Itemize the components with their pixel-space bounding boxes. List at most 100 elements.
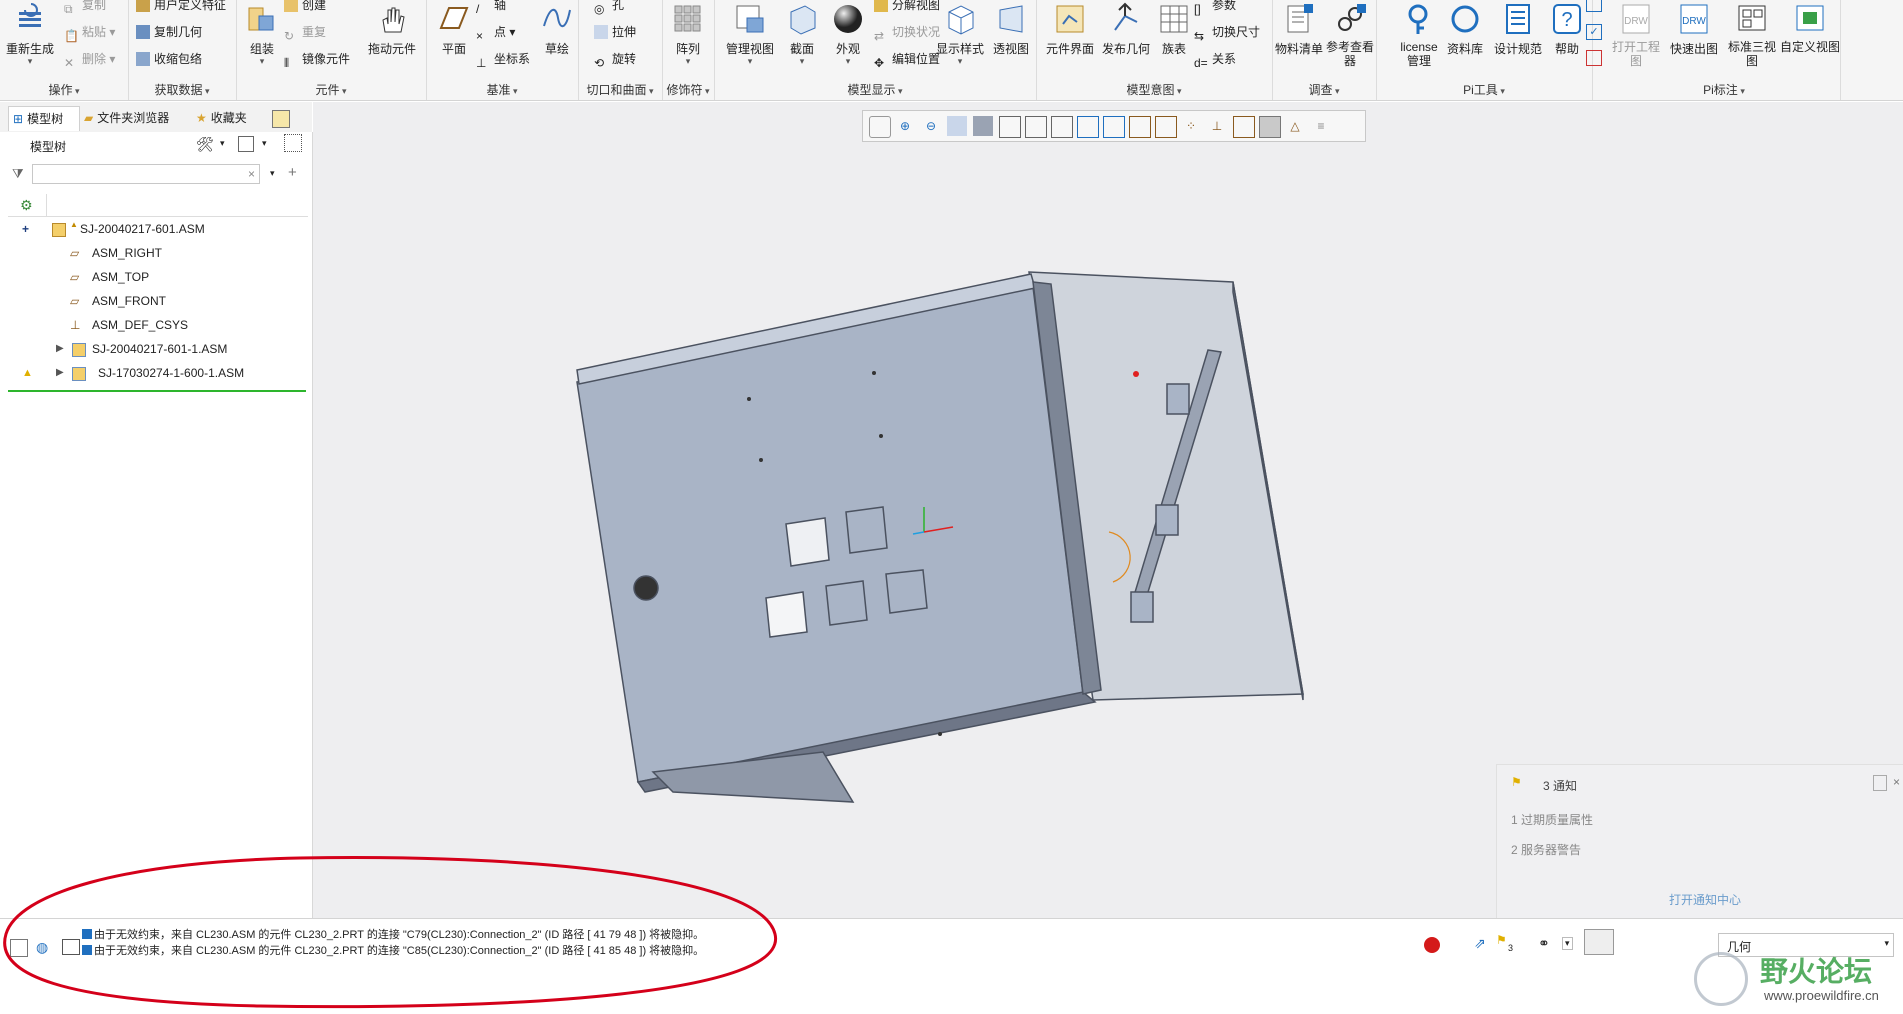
notification-doc-icon[interactable]: [1873, 775, 1887, 791]
datum-plane-button[interactable]: 平面: [428, 0, 480, 57]
group-label-get-data[interactable]: 获取数据: [128, 81, 236, 98]
notification-item[interactable]: 1 过期质量属性: [1511, 811, 1593, 828]
pattern-button[interactable]: 阵列 ▾: [662, 0, 714, 66]
publish-geometry-button[interactable]: 发布几何: [1098, 0, 1154, 57]
create-component-button[interactable]: 创建: [284, 0, 326, 16]
family-table-button[interactable]: 族表: [1152, 0, 1196, 57]
spin-center-icon[interactable]: [1233, 116, 1255, 138]
group-label-model-intent[interactable]: 模型意图: [1036, 81, 1272, 98]
manage-views-button[interactable]: 管理视图 ▾: [724, 0, 776, 66]
tree-settings-icon[interactable]: 🛠: [196, 136, 214, 153]
small-doc-icon[interactable]: [1586, 0, 1602, 12]
view-manager-icon[interactable]: [1025, 116, 1047, 138]
csys-display-icon[interactable]: ⊥: [1207, 116, 1227, 136]
stop-icon[interactable]: [1424, 937, 1440, 953]
tree-columns-icon[interactable]: ⚙: [20, 197, 33, 214]
flag-icon[interactable]: ⚑: [1496, 933, 1507, 947]
design-spec-button[interactable]: 设计规范: [1490, 0, 1546, 57]
revolve-button[interactable]: ⟲ 旋转: [594, 48, 636, 70]
group-label-component[interactable]: 元件: [236, 81, 426, 98]
relations-button[interactable]: d= 关系: [1194, 48, 1236, 70]
notification-item[interactable]: 2 服务器警告: [1511, 841, 1581, 858]
datum-axis-button[interactable]: / 轴: [476, 0, 506, 16]
appearance-button[interactable]: 外观 ▾: [822, 0, 874, 66]
tree-row[interactable]: ▱ ASM_FRONT: [0, 290, 312, 312]
user-feature-button[interactable]: 用户定义特征: [136, 0, 226, 16]
display-style-button[interactable]: 显示样式 ▾: [932, 0, 988, 66]
bom-button[interactable]: 物料清单: [1272, 0, 1326, 57]
tree-row[interactable]: ⊥ ASM_DEF_CSYS: [0, 314, 312, 336]
open-notification-center-link[interactable]: 打开通知中心: [1669, 891, 1741, 908]
reference-viewer-button[interactable]: 参考查看器: [1324, 0, 1376, 68]
mirror-component-button[interactable]: ⫴ 镜像元件: [284, 48, 350, 70]
perspective-button[interactable]: 透视图: [988, 0, 1034, 57]
delete-button[interactable]: ✕ 删除 ▾: [64, 48, 115, 70]
copy-geometry-button[interactable]: 复制几何: [136, 21, 202, 43]
library-button[interactable]: 资料库: [1442, 0, 1488, 57]
group-label-model-display[interactable]: 模型显示: [714, 81, 1036, 98]
clear-search-icon[interactable]: ×: [248, 167, 255, 181]
zoom-out-icon[interactable]: ⊖: [921, 116, 941, 136]
tab-model-tree[interactable]: ⊞ 模型树: [8, 106, 80, 131]
hole-button[interactable]: ◎ 孔: [594, 0, 624, 16]
drag-component-button[interactable]: 拖动元件: [366, 0, 418, 57]
filter-settings-icon[interactable]: [284, 134, 302, 152]
chevron-down-icon[interactable]: ▾: [262, 138, 267, 149]
hide-icon[interactable]: ≡: [1311, 116, 1331, 136]
expand-arrow-icon[interactable]: ▶: [56, 362, 64, 384]
copy-button[interactable]: ⧉ 复制: [64, 0, 106, 16]
perspective-view-icon[interactable]: [1051, 116, 1073, 138]
toggle-state-button[interactable]: ⇄ 切换状况: [874, 21, 940, 43]
expand-arrow-icon[interactable]: ▶: [56, 338, 64, 360]
custom-view-button[interactable]: 自定义视图: [1780, 0, 1840, 54]
tree-row[interactable]: ▶ SJ-20040217-601-1.ASM: [0, 338, 312, 360]
group-label-investigate[interactable]: 调查: [1272, 81, 1376, 98]
display-style-icon[interactable]: [973, 116, 993, 136]
expand-plus-icon[interactable]: +: [22, 218, 29, 240]
repeat-button[interactable]: ↻ 重复: [284, 21, 326, 43]
group-label-operations[interactable]: 操作: [0, 81, 128, 98]
tree-row[interactable]: ▱ ASM_TOP: [0, 266, 312, 288]
csys-button[interactable]: ⊥ 坐标系: [476, 48, 530, 70]
select-mode-icon[interactable]: ⇗: [1474, 935, 1486, 952]
quick-drawing-button[interactable]: DRW 快速出图: [1664, 0, 1724, 57]
spin-center-toggle-icon[interactable]: △: [1285, 116, 1305, 136]
repaint-icon[interactable]: [947, 116, 967, 136]
license-button[interactable]: license管理: [1396, 0, 1442, 68]
insert-indicator-line[interactable]: [8, 390, 306, 392]
std-views-button[interactable]: 标准三视图: [1724, 0, 1780, 68]
plane-display-icon[interactable]: [1129, 116, 1151, 138]
assemble-button[interactable]: 组装 ▾: [236, 0, 288, 66]
zoom-in-icon[interactable]: ⊕: [895, 116, 915, 136]
extrude-button[interactable]: 拉伸: [594, 21, 636, 43]
component-interface-button[interactable]: 元件界面: [1042, 0, 1098, 57]
close-icon[interactable]: ×: [1893, 775, 1900, 789]
regenerate-button[interactable]: 重新生成 ▾: [4, 0, 56, 66]
section-view-icon[interactable]: [1077, 116, 1099, 138]
layer-tree-icon[interactable]: [272, 110, 290, 128]
parameters-button[interactable]: [] 参数: [1194, 0, 1236, 16]
switch-dimensions-button[interactable]: ⇆ 切换尺寸: [1194, 21, 1260, 43]
section-button[interactable]: 截面 ▾: [776, 0, 828, 66]
show-menu-icon[interactable]: [238, 136, 254, 152]
find-binoculars-icon[interactable]: ⚭: [1538, 935, 1550, 952]
tree-row[interactable]: ▱ ASM_RIGHT: [0, 242, 312, 264]
chevron-down-icon[interactable]: ▾: [220, 138, 225, 149]
tree-search-input[interactable]: [32, 164, 260, 184]
annotation-toggle-icon[interactable]: [1259, 116, 1281, 138]
tab-folder-browser[interactable]: ▰ 文件夹浏览器: [84, 106, 188, 130]
annotation-display-icon[interactable]: [1103, 116, 1125, 138]
group-label-pi-tools[interactable]: Pi工具: [1376, 81, 1592, 98]
group-label-cut-surface[interactable]: 切口和曲面: [578, 81, 662, 98]
add-filter-icon[interactable]: +: [288, 164, 297, 181]
group-label-modifiers[interactable]: 修饰符: [662, 81, 714, 98]
grid-icon[interactable]: [1586, 50, 1602, 66]
saved-orientations-icon[interactable]: [999, 116, 1021, 138]
chevron-down-icon[interactable]: ▾: [1562, 937, 1573, 950]
explode-view-button[interactable]: 分解视图: [874, 0, 940, 16]
tree-row[interactable]: + ▲ SJ-20040217-601.ASM: [0, 218, 312, 240]
check-icon[interactable]: ✓: [1586, 24, 1602, 40]
shrinkwrap-button[interactable]: 收缩包络: [136, 48, 202, 70]
axis-display-icon[interactable]: [1155, 116, 1177, 138]
group-label-pi-annotate[interactable]: Pi标注: [1608, 81, 1840, 98]
